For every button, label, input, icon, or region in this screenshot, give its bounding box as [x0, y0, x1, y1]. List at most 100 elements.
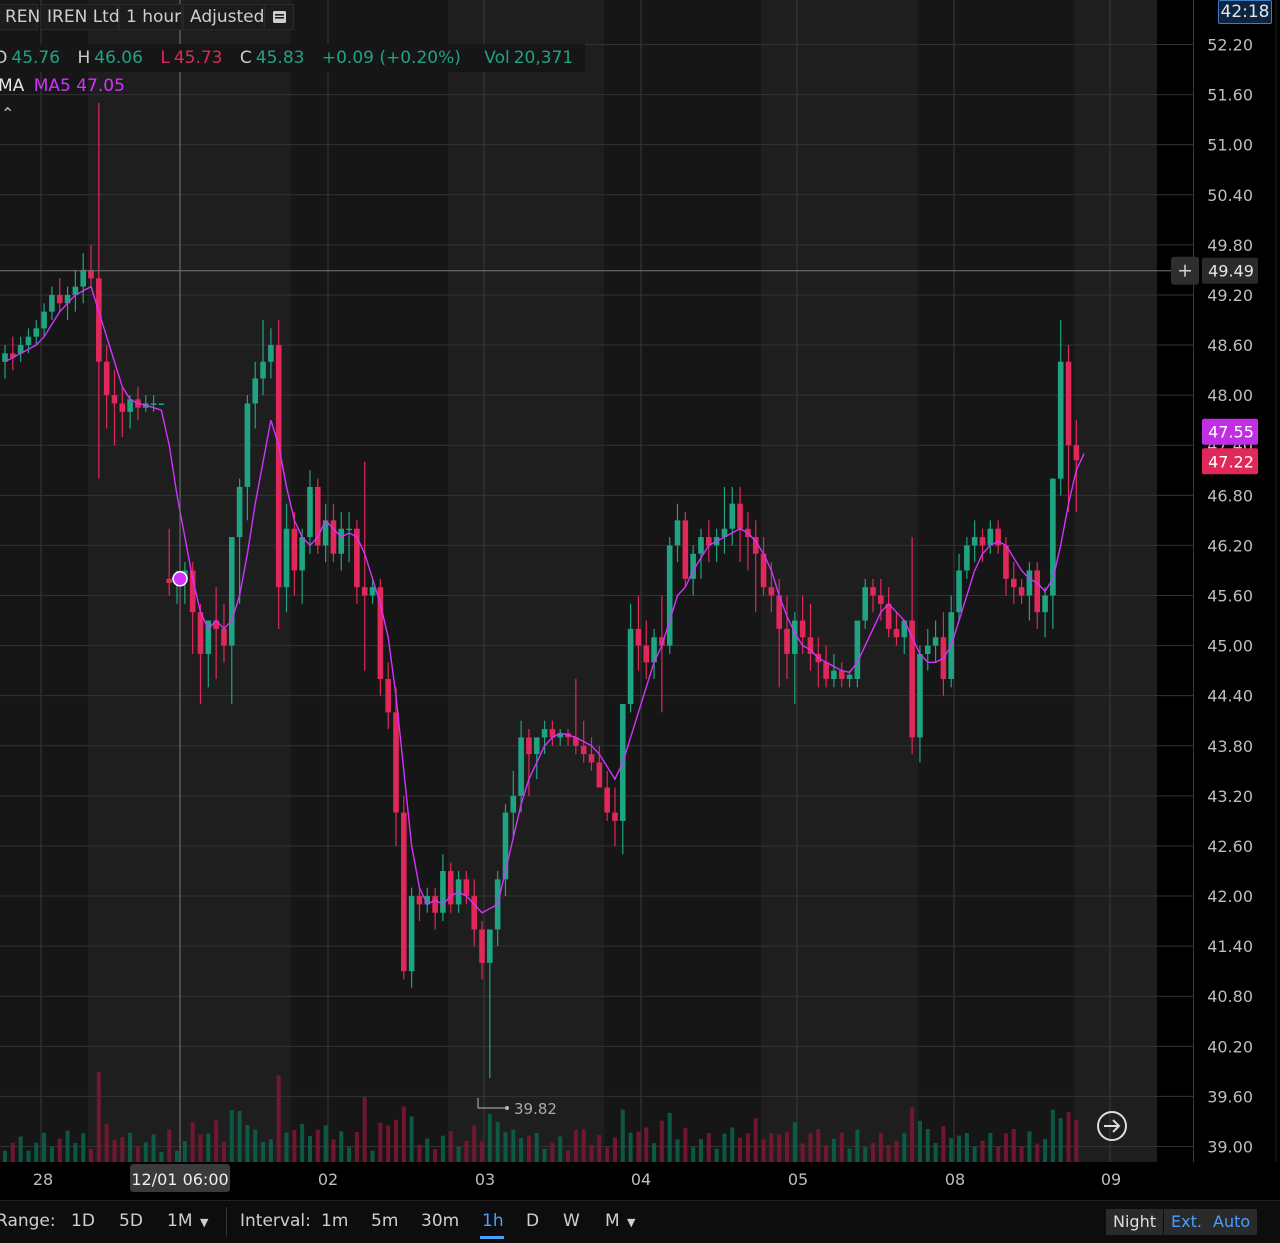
- y-tick-label: 51.00: [1207, 136, 1253, 155]
- volume-bar: [855, 1129, 860, 1162]
- candle-body: [838, 670, 845, 679]
- indicator-legend[interactable]: MA MA5 47.05: [0, 74, 125, 98]
- y-tick-label: 48.60: [1207, 336, 1253, 355]
- candle-body: [1042, 595, 1048, 613]
- candle-body: [823, 662, 829, 679]
- y-tick-label: 46.80: [1207, 486, 1253, 505]
- volume-bar: [730, 1127, 735, 1162]
- candle-body: [956, 570, 962, 613]
- caret-down-icon[interactable]: ▼: [200, 1216, 208, 1229]
- volume-bar: [785, 1132, 789, 1162]
- list-icon[interactable]: [264, 4, 294, 30]
- volume-bar: [354, 1132, 359, 1162]
- candle-body: [487, 929, 493, 963]
- candle-body: [698, 537, 704, 554]
- volume-bar: [409, 1116, 414, 1162]
- caret-down-icon[interactable]: ▼: [627, 1216, 635, 1229]
- volume-bar: [300, 1123, 305, 1162]
- adjustment-selector[interactable]: Adjusted: [183, 4, 264, 30]
- range-5d[interactable]: 5D: [119, 1211, 143, 1231]
- candle-body: [518, 737, 524, 796]
- candle-body: [260, 361, 266, 379]
- volume-bar: [362, 1097, 367, 1162]
- candle-body: [393, 712, 399, 813]
- volume-bar: [120, 1137, 125, 1162]
- volume-bar: [151, 1134, 156, 1162]
- y-tick-label: 49.80: [1207, 236, 1253, 255]
- candle-body: [932, 637, 939, 646]
- volume-bar: [370, 1150, 375, 1162]
- low-value: 45.73: [173, 48, 223, 68]
- volume-bar: [558, 1136, 563, 1162]
- volume-bar: [175, 1150, 180, 1162]
- candle-body: [416, 896, 423, 905]
- ma5-value: MA5 47.05: [33, 76, 125, 96]
- interval-d[interactable]: D: [526, 1211, 539, 1231]
- interval-selector[interactable]: 1 hour: [119, 4, 182, 30]
- volume-bar: [331, 1139, 336, 1162]
- candle-body: [103, 361, 110, 396]
- volume-bar: [589, 1144, 594, 1162]
- volume-bar: [957, 1135, 962, 1162]
- night-toggle[interactable]: Night: [1106, 1209, 1163, 1235]
- candle-body: [1034, 570, 1041, 613]
- volume-bar: [831, 1138, 836, 1162]
- candle-body: [784, 628, 790, 654]
- session-band: [761, 0, 918, 1162]
- candle-body: [25, 336, 32, 346]
- range-1d[interactable]: 1D: [71, 1211, 95, 1231]
- y-tick-label: 45.00: [1207, 637, 1253, 656]
- volume-bar: [214, 1120, 219, 1162]
- candle-body: [369, 587, 376, 596]
- auto-toggle[interactable]: Auto: [1206, 1209, 1258, 1235]
- y-tick-label: 52.20: [1207, 36, 1253, 55]
- candle-body: [737, 503, 743, 529]
- volume-bar: [206, 1133, 211, 1162]
- crosshair-price-label: 49.49: [1208, 262, 1254, 281]
- volume-bar: [722, 1133, 727, 1162]
- volume-bar: [440, 1135, 445, 1162]
- candle-body: [244, 403, 251, 487]
- candle-body: [682, 520, 689, 579]
- volume-bar: [104, 1124, 109, 1162]
- candle-body: [878, 595, 884, 604]
- company-name: IREN Ltd: [40, 4, 120, 30]
- volume-bar: [996, 1146, 1001, 1162]
- interval-5m[interactable]: 5m: [371, 1211, 398, 1231]
- volume-bar: [949, 1138, 954, 1162]
- volume-bar: [972, 1147, 977, 1162]
- volume-bar: [284, 1132, 289, 1162]
- y-tick-label: 46.20: [1207, 536, 1253, 555]
- volume-bar: [1043, 1139, 1048, 1162]
- volume-bar: [417, 1144, 422, 1162]
- candle-body: [33, 328, 40, 337]
- y-tick-label: 42.00: [1207, 887, 1253, 906]
- candle-body: [987, 528, 994, 546]
- volume-bar: [81, 1133, 86, 1162]
- volume-bar: [667, 1112, 672, 1162]
- chevron-up-icon[interactable]: ⌃: [1, 104, 14, 123]
- candle-body: [80, 269, 86, 287]
- volume-bar: [1027, 1131, 1032, 1162]
- candle-body: [666, 545, 673, 646]
- range-1m[interactable]: 1M: [167, 1211, 192, 1231]
- candle-body: [1057, 361, 1064, 479]
- price-chart[interactable]: 52.20 51.60 51.00 50.40 49.80 49.20 48.60 48.00…: [0, 0, 1280, 1200]
- interval-w[interactable]: W: [563, 1211, 580, 1231]
- symbol-label[interactable]: REN: [0, 4, 40, 30]
- candle-body: [361, 587, 368, 596]
- volume-bar: [112, 1139, 117, 1162]
- volume-bar: [964, 1133, 969, 1162]
- candle-body: [979, 537, 986, 546]
- low-marker-label: 39.82: [514, 1100, 557, 1118]
- bottom-toolbar: Range: 1D 5D 1M ▼ Interval: 1m 5m 30m 1h…: [0, 1200, 1280, 1243]
- candle-body: [330, 520, 337, 554]
- ext-toggle[interactable]: Ext.: [1164, 1209, 1209, 1235]
- interval-1m[interactable]: 1m: [321, 1211, 348, 1231]
- volume-bar: [886, 1145, 891, 1162]
- candle-body: [541, 729, 548, 738]
- interval-30m[interactable]: 30m: [421, 1211, 459, 1231]
- interval-m[interactable]: M: [605, 1211, 620, 1231]
- interval-1h[interactable]: 1h: [482, 1211, 504, 1231]
- crosshair-marker: [172, 571, 188, 587]
